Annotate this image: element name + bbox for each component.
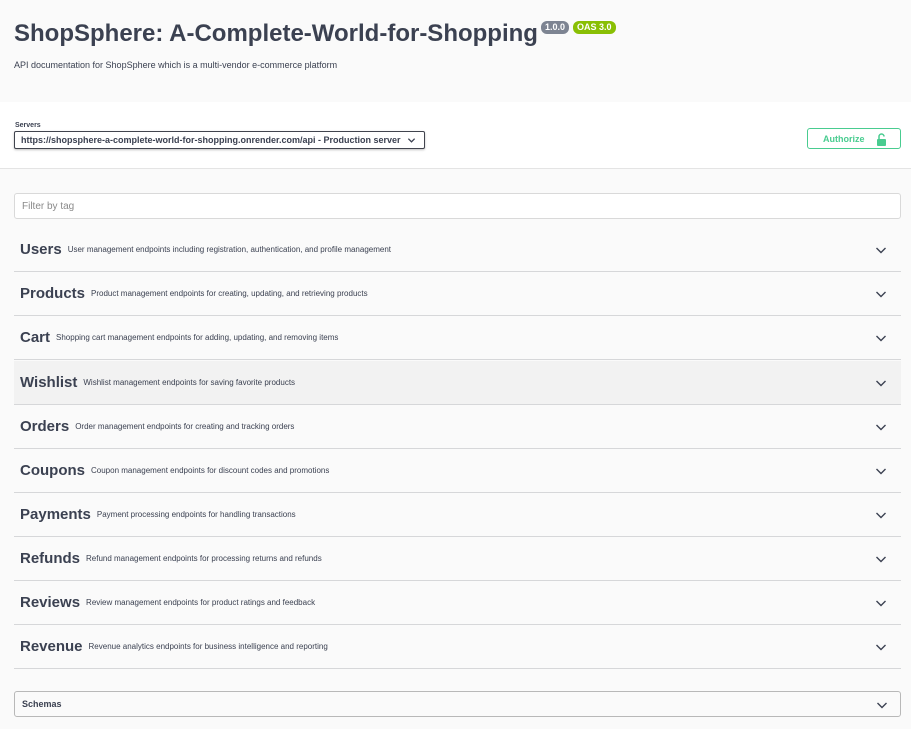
tag-name: Payments [20, 506, 91, 523]
tag-section-products[interactable]: Products Product management endpoints fo… [14, 272, 901, 316]
version-badge: 1.0.0 [540, 21, 569, 34]
chevron-down-icon[interactable] [875, 554, 887, 564]
chevron-down-icon[interactable] [875, 422, 887, 432]
scheme-container: Servers https://shopsphere-a-complete-wo… [0, 102, 911, 169]
chevron-down-icon [407, 138, 416, 143]
tag-section-wishlist[interactable]: Wishlist Wishlist management endpoints f… [14, 361, 901, 405]
tag-section-reviews[interactable]: Reviews Review management endpoints for … [14, 581, 901, 625]
tag-section-coupons[interactable]: Coupons Coupon management endpoints for … [14, 449, 901, 493]
tag-description: Order management endpoints for creating … [75, 422, 295, 431]
tag-name: Wishlist [20, 374, 78, 391]
page-title: ShopSphere: A-Complete-World-for-Shoppin… [14, 20, 538, 47]
tag-name: Revenue [20, 638, 83, 655]
api-description: API documentation for ShopSphere which i… [14, 60, 338, 70]
schemas-section[interactable]: Schemas [14, 691, 901, 717]
tag-name: Orders [20, 418, 70, 435]
oas-badge: OAS 3.0 [572, 21, 616, 34]
tag-name: Users [20, 241, 62, 258]
authorize-label: Authorize [823, 133, 865, 144]
tag-name: Refunds [20, 550, 80, 567]
tag-description: Product management endpoints for creatin… [91, 289, 368, 298]
chevron-down-icon[interactable] [875, 378, 887, 388]
tag-description: Wishlist management endpoints for saving… [83, 378, 296, 387]
chevron-down-icon[interactable] [875, 642, 887, 652]
tag-section-payments[interactable]: Payments Payment processing endpoints fo… [14, 493, 901, 537]
chevron-down-icon[interactable] [875, 289, 887, 299]
chevron-down-icon[interactable] [875, 598, 887, 608]
tag-description: Payment processing endpoints for handlin… [96, 510, 296, 519]
tag-description: User management endpoints including regi… [67, 245, 392, 254]
tag-name: Coupons [20, 462, 85, 479]
tag-name: Cart [20, 329, 51, 346]
info-section: ShopSphere: A-Complete-World-for-Shoppin… [0, 0, 911, 102]
chevron-down-icon[interactable] [875, 510, 887, 520]
title-row: ShopSphere: A-Complete-World-for-Shoppin… [14, 18, 616, 50]
tag-section-users[interactable]: Users User management endpoints includin… [14, 228, 901, 272]
tag-description: Shopping cart management endpoints for a… [56, 333, 339, 342]
chevron-down-icon[interactable] [875, 333, 887, 343]
tag-name: Products [20, 285, 86, 302]
schemas-label: Schemas [22, 699, 62, 709]
tag-section-cart[interactable]: Cart Shopping cart management endpoints … [14, 316, 901, 360]
tag-section-orders[interactable]: Orders Order management endpoints for cr… [14, 405, 901, 449]
unlock-icon [877, 133, 886, 146]
tag-section-revenue[interactable]: Revenue Revenue analytics endpoints for … [14, 625, 901, 669]
servers-label: Servers [15, 122, 41, 129]
authorize-button[interactable]: Authorize [807, 128, 901, 149]
tag-description: Revenue analytics endpoints for business… [88, 642, 328, 651]
tag-description: Refund management endpoints for processi… [86, 554, 322, 563]
tag-section-refunds[interactable]: Refunds Refund management endpoints for … [14, 537, 901, 581]
servers-selected-value: https://shopsphere-a-complete-world-for-… [21, 135, 401, 145]
filter-by-tag-input[interactable]: Filter by tag [14, 193, 901, 219]
tag-description: Coupon management endpoints for discount… [91, 466, 330, 475]
tag-description: Review management endpoints for product … [86, 598, 316, 607]
chevron-down-icon[interactable] [876, 700, 888, 710]
servers-select[interactable]: https://shopsphere-a-complete-world-for-… [14, 131, 425, 149]
tag-name: Reviews [20, 594, 81, 611]
chevron-down-icon[interactable] [875, 245, 887, 255]
chevron-down-icon[interactable] [875, 466, 887, 476]
